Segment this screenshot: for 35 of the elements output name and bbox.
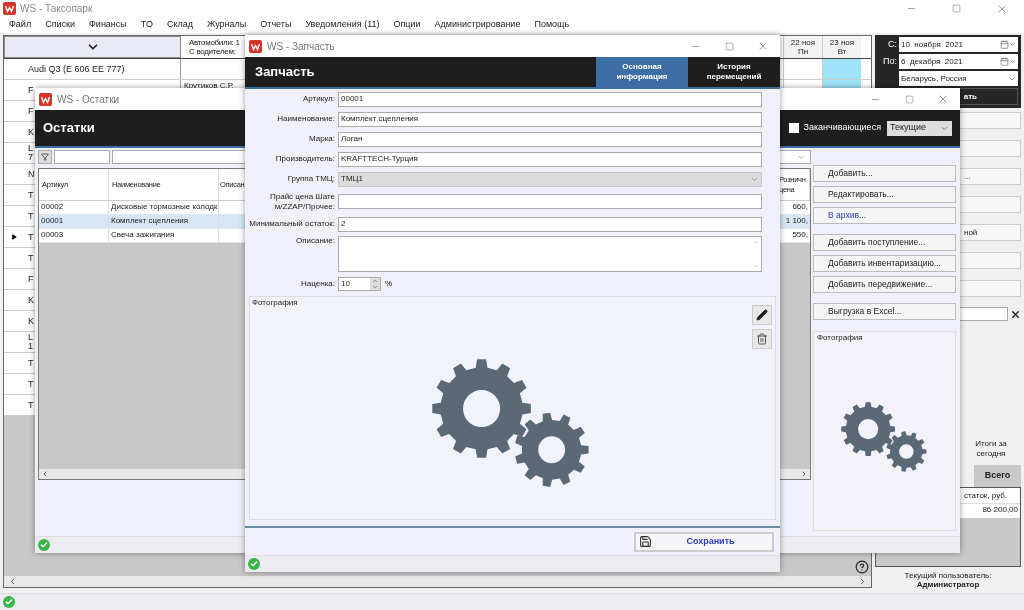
driver-name: Крутиков С.Р.: [184, 81, 234, 90]
date-label: По:: [882, 54, 898, 68]
table-cell: 00002: [39, 201, 109, 214]
field-label: Наценка:: [300, 279, 336, 289]
panel-label: Фотография: [251, 297, 299, 309]
table-cell-text: 660,: [791, 201, 809, 213]
table-cell-text: 550,: [791, 229, 809, 241]
field-label: Прайс цена Шате м/ZZAP/Прочее:: [269, 191, 336, 212]
field-label: Группа ТМЦ:: [286, 174, 336, 184]
field-label: Наименование:: [276, 114, 336, 124]
totals-label: Итоги за сегодня: [974, 439, 1008, 459]
user-name: Администратор: [915, 580, 981, 590]
table-cell: Дисковые тормозные колодк: [109, 201, 219, 214]
table-cell: Комплект сцепления: [109, 215, 219, 228]
window-heading: Остатки: [43, 119, 95, 138]
summary-text: С водителем:: [189, 47, 236, 56]
field-label: Марка:: [308, 134, 336, 144]
table-cell-text: 1 100,: [784, 215, 809, 227]
unit-label: %: [385, 278, 393, 290]
panel-label: Фотография: [816, 332, 864, 344]
table-cell: 00003: [39, 229, 109, 242]
date-label: С:: [887, 37, 898, 51]
window-title: WS - Запчасть: [267, 39, 335, 54]
field-label: Описание:: [294, 236, 336, 246]
window-heading: Запчасть: [254, 63, 315, 82]
checkbox-label: Заканчивающиеся: [803, 121, 881, 135]
table-cell: Свеча зажигания: [109, 229, 219, 242]
user-label: Текущий пользователь:: [903, 571, 993, 580]
table-cell: 00001: [39, 215, 109, 228]
window-title: WS - Остатки: [57, 92, 120, 107]
field-label: Минимальный остаток:: [248, 219, 336, 229]
summary-text: Автомобили: 1: [189, 38, 240, 47]
field-label: Артикул:: [301, 94, 336, 104]
field-label: Производитель:: [274, 154, 336, 164]
window-title: WS - Таксопарк: [20, 2, 93, 16]
